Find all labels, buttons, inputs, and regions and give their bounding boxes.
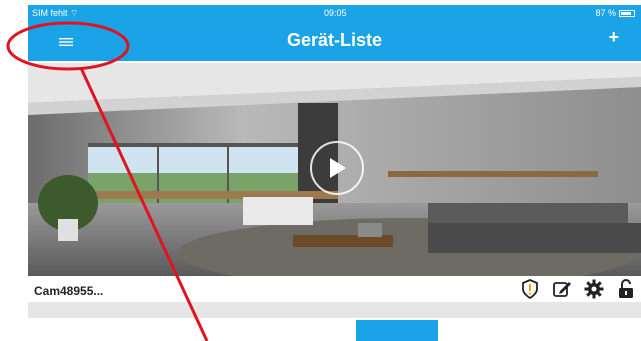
- blue-button[interactable]: [356, 320, 438, 341]
- battery-indicator: 87 %: [595, 8, 635, 18]
- header-bar: SIM fehlt ⌔ 09:05 87 % Gerät-Liste +: [28, 5, 641, 61]
- status-bar: SIM fehlt ⌔ 09:05 87 %: [28, 5, 641, 21]
- nav-bar: Gerät-Liste +: [28, 21, 641, 61]
- alarm-button[interactable]: [519, 278, 541, 300]
- settings-button[interactable]: [583, 278, 605, 300]
- separator-strip: [28, 302, 641, 318]
- shield-alert-icon: [522, 279, 538, 299]
- gear-icon: [584, 279, 604, 299]
- unlock-icon: [619, 279, 633, 298]
- play-icon: [330, 158, 346, 178]
- edit-icon: [553, 282, 571, 297]
- camera-preview[interactable]: [28, 63, 641, 276]
- device-actions: [519, 278, 637, 300]
- add-device-button[interactable]: +: [608, 27, 619, 48]
- device-name: Cam48955...: [34, 284, 104, 298]
- battery-text: 87 %: [595, 8, 616, 18]
- battery-icon: [619, 9, 635, 17]
- lock-button[interactable]: [615, 278, 637, 300]
- edit-button[interactable]: [551, 278, 573, 300]
- device-row[interactable]: Cam48955...: [28, 276, 641, 302]
- carrier-text: SIM fehlt ⌔: [32, 8, 79, 18]
- page-title: Gerät-Liste: [286, 30, 383, 50]
- play-button[interactable]: [310, 141, 364, 195]
- clock-text: 09:05: [324, 8, 347, 18]
